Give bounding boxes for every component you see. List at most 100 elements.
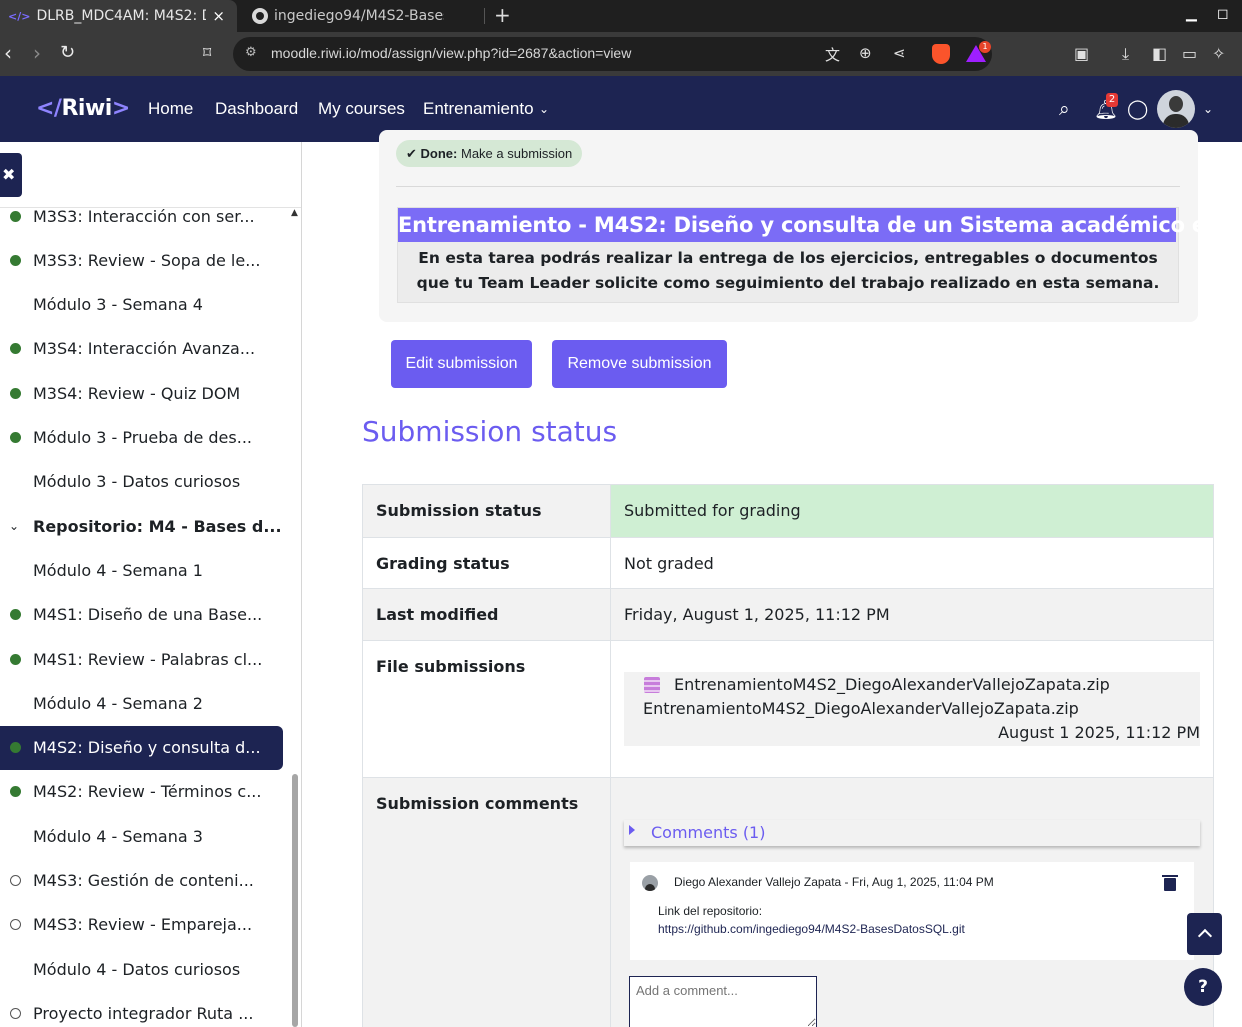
row-label: Submission comments [376, 794, 579, 813]
activity-description-text: En esta tarea podrás realizar la entrega… [416, 249, 1160, 292]
drawer-item-label: Módulo 3 - Datos curiosos [33, 472, 241, 492]
drawer-item[interactable]: M3S3: Review - Sopa de le... [0, 238, 283, 282]
comments-toggle-label: Comments (1) [651, 823, 766, 842]
drawer-item[interactable]: M4S3: Review - Empareja... [0, 903, 283, 947]
forward-icon[interactable]: › [33, 42, 41, 64]
new-tab-button[interactable]: + [494, 3, 511, 27]
drawer-item[interactable]: Módulo 3 - Prueba de des... [0, 416, 283, 460]
drawer-item-label: M4S2: Review - Términos c... [33, 782, 262, 802]
sidebar-icon[interactable]: ◧ [1152, 44, 1167, 63]
activity-title: Entrenamiento - M4S2: Diseño y consulta … [398, 208, 1242, 242]
scroll-thumb[interactable] [292, 774, 298, 1027]
maximize-window-icon[interactable]: ◻ [1217, 6, 1229, 22]
brave-shields-icon[interactable] [932, 44, 950, 64]
chevron-down-icon[interactable]: ⌄ [539, 102, 549, 116]
address-bar[interactable]: ⚙ moodle.riwi.io/mod/assign/view.php?id=… [233, 37, 992, 71]
drawer-item-label: Proyecto integrador Ruta ... [33, 1003, 254, 1023]
drawer-scrollbar[interactable]: ▲ [289, 208, 301, 1027]
nav-entrenamiento[interactable]: Entrenamiento [423, 99, 534, 119]
table-row: File submissions EntrenamientoM4S2_Diego… [362, 640, 1214, 777]
tab-title: ingediego94/M4S2-BasesDat [274, 8, 444, 24]
grading-status-value: Not graded [624, 554, 714, 573]
browser-tab-moodle[interactable]: </> DLRB_MDC4AM: M4S2: D × [0, 0, 237, 32]
drawer-item-label: M3S3: Interacción con ser... [33, 206, 255, 226]
browser-toolbar: ‹ › ↻ ⌑ ⚙ moodle.riwi.io/mod/assign/view… [0, 32, 1242, 76]
help-button[interactable]: ? [1184, 968, 1222, 1006]
drawer-item[interactable]: Módulo 4 - Semana 3 [0, 814, 283, 858]
nav-home[interactable]: Home [148, 99, 193, 119]
search-icon[interactable]: ⌕ [1059, 98, 1070, 120]
riwi-logo[interactable]: </Riwi> [36, 96, 130, 121]
incomplete-circle-icon [10, 919, 21, 931]
drawer-item[interactable]: M3S4: Review - Quiz DOM [0, 371, 283, 415]
drawer-item[interactable]: M3S4: Interacción Avanza... [0, 327, 283, 371]
drawer-item-label: M4S3: Review - Empareja... [33, 915, 253, 935]
drawer-section[interactable]: ⌄ Repositorio: M4 - Bases d... [0, 504, 283, 548]
zoom-icon[interactable]: ⊕ [859, 44, 872, 62]
completion-badge: ✔ Done: Make a submission [396, 140, 583, 167]
drawer-item[interactable]: Módulo 3 - Semana 4 [0, 283, 283, 327]
close-drawer-icon[interactable]: ✖ [0, 153, 22, 197]
drawer-item[interactable]: M4S2: Review - Términos c... [0, 770, 283, 814]
downloads-icon[interactable]: ⤓ [1122, 44, 1129, 64]
user-avatar[interactable] [1157, 90, 1195, 128]
drawer-item[interactable]: M4S1: Diseño de una Base... [0, 593, 283, 637]
messages-icon[interactable]: ◯ [1127, 98, 1148, 120]
drawer-item[interactable]: Módulo 3 - Datos curiosos [0, 460, 283, 504]
drawer-item[interactable]: Módulo 4 - Semana 2 [0, 681, 283, 725]
scroll-up-icon[interactable]: ▲ [291, 208, 298, 218]
drawer-item[interactable]: Módulo 4 - Semana 1 [0, 548, 283, 592]
reload-icon[interactable]: ↻ [60, 42, 75, 64]
submission-status-heading: Submission status [362, 415, 618, 448]
row-label: Last modified [376, 605, 499, 624]
tab-title: DLRB_MDC4AM: M4S2: D [36, 8, 207, 24]
drawer-item-label: Módulo 4 - Semana 3 [33, 826, 203, 846]
row-label: Submission status [376, 501, 542, 520]
comment-repo-link[interactable]: https://github.com/ingediego94/M4S2-Base… [658, 922, 965, 936]
course-index-drawer: ✖ M3S3: Interacción con ser... M3S3: Revi… [0, 142, 302, 1027]
zip-file-icon [644, 677, 660, 693]
completed-dot-icon [10, 609, 21, 621]
wallet-icon[interactable]: ▭ [1182, 44, 1197, 63]
trash-icon[interactable] [1162, 875, 1178, 891]
bookmark-icon[interactable]: ⌑ [203, 42, 211, 64]
incomplete-circle-icon [10, 1007, 21, 1019]
notification-badge: 2 [1106, 93, 1118, 107]
share-icon[interactable]: ⋖ [893, 44, 906, 62]
drawer-item[interactable]: M3S3: Interacción con ser... [0, 194, 283, 238]
back-to-top-button[interactable] [1187, 913, 1222, 955]
drawer-item[interactable]: M4S1: Review - Palabras cl... [0, 637, 283, 681]
remove-submission-button[interactable]: Remove submission [552, 340, 727, 388]
drawer-item-label: M3S3: Review - Sopa de le... [33, 250, 261, 270]
edit-submission-button[interactable]: Edit submission [391, 340, 532, 388]
file-download-link[interactable]: EntrenamientoM4S2_DiegoAlexanderVallejoZ… [674, 675, 1110, 694]
drawer-item[interactable]: M4S2: Diseño y consulta d... [0, 725, 283, 770]
site-info-icon[interactable]: ⚙ [245, 45, 257, 60]
back-icon[interactable]: ‹ [4, 42, 12, 64]
drawer-item[interactable]: M4S3: Gestión de conteni... [0, 859, 283, 903]
comments-toggle[interactable]: Comments (1) [624, 820, 1200, 846]
browser-tab-github[interactable]: ingediego94/M4S2-BasesDat [246, 0, 482, 32]
drawer-item[interactable]: Proyecto integrador Ruta ... [0, 991, 283, 1027]
tab-close-icon[interactable]: × [212, 7, 225, 25]
url-text[interactable]: moodle.riwi.io/mod/assign/view.php?id=26… [271, 45, 631, 61]
drawer-item[interactable]: Módulo 4 - Datos curiosos [0, 947, 283, 991]
row-label: File submissions [376, 657, 526, 676]
divider [396, 186, 1180, 187]
reader-mode-icon[interactable]: ▣ [1074, 44, 1089, 63]
chevron-down-icon[interactable]: ⌄ [9, 519, 19, 533]
nav-my-courses[interactable]: My courses [318, 99, 405, 119]
drawer-item-label: M4S1: Diseño de una Base... [33, 605, 263, 625]
drawer-item-label: M4S2: Diseño y consulta d... [33, 738, 261, 758]
tab-divider [484, 8, 485, 24]
minimize-window-icon[interactable]: ▁ [1186, 6, 1197, 22]
drawer-item-label: M3S4: Review - Quiz DOM [33, 383, 241, 403]
add-comment-input[interactable] [629, 976, 817, 1027]
nav-dashboard[interactable]: Dashboard [215, 99, 298, 119]
user-menu-chevron-icon[interactable]: ⌄ [1203, 102, 1213, 116]
comment-author-avatar [642, 875, 658, 891]
drawer-item-label: Módulo 3 - Prueba de des... [33, 428, 252, 447]
table-row: Grading status Not graded [362, 537, 1214, 588]
translate-icon[interactable]: 文 [825, 44, 840, 65]
leo-ai-icon[interactable]: ✧ [1212, 44, 1225, 63]
